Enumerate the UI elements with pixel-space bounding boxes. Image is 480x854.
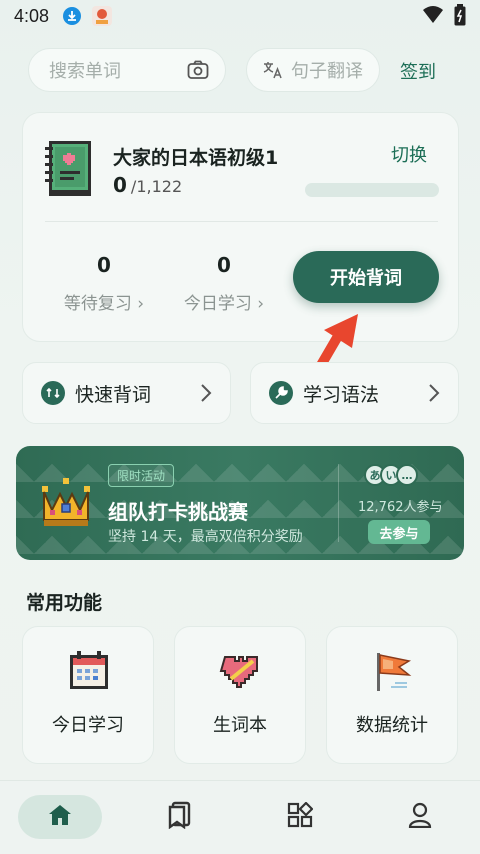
- status-icons: [422, 4, 466, 31]
- bookmark-icon: [167, 801, 193, 833]
- section-title: 常用功能: [26, 592, 103, 614]
- book-title: 大家的日本语初级1: [113, 147, 279, 169]
- progress-text: 0 /1,122: [113, 173, 182, 197]
- home-icon: [47, 803, 73, 831]
- participant-avatars: あ い …: [364, 464, 418, 486]
- today-label: 今日学习 ›: [183, 294, 265, 314]
- nav-profile[interactable]: [398, 795, 442, 839]
- limited-tag: 限时活动: [108, 464, 175, 487]
- join-button[interactable]: 去参与: [368, 520, 430, 544]
- fast-study-label: 快速背词: [75, 383, 152, 406]
- banner-title: 组队打卡挑战赛: [108, 500, 248, 524]
- grammar-card[interactable]: 学习语法: [250, 362, 459, 424]
- function-card-today[interactable]: 今日学习: [22, 626, 154, 764]
- learned-count: 0: [113, 173, 127, 197]
- download-notification-icon: [61, 5, 83, 27]
- review-label: 等待复习 ›: [63, 294, 145, 314]
- translate-label: 句子翻译: [291, 61, 363, 82]
- function-label: 生词本: [213, 715, 267, 736]
- battery-icon: [454, 4, 466, 31]
- calendar-icon: [67, 649, 111, 697]
- translate-icon: [263, 61, 283, 79]
- start-study-button[interactable]: 开始背词: [293, 251, 439, 303]
- function-card-wordbook[interactable]: 生词本: [174, 626, 306, 764]
- nav-apps[interactable]: [278, 795, 322, 839]
- review-stat[interactable]: 0 等待复习 ›: [49, 253, 159, 314]
- function-label: 数据统计: [356, 715, 428, 736]
- search-input[interactable]: 搜索单词: [28, 48, 226, 92]
- today-count: 0: [217, 253, 231, 277]
- chevron-right-icon: [428, 383, 440, 408]
- total-count: /1,122: [130, 177, 183, 196]
- participants-count: 12,762人参与: [358, 500, 443, 515]
- app-notification-icon: [91, 5, 113, 27]
- translate-button[interactable]: 句子翻译: [246, 48, 380, 92]
- fast-study-card[interactable]: 快速背词: [22, 362, 231, 424]
- bottom-nav: [0, 780, 480, 854]
- function-label: 今日学习: [52, 715, 124, 736]
- flag-icon: [371, 649, 415, 697]
- search-placeholder: 搜索单词: [49, 61, 121, 82]
- camera-icon[interactable]: [187, 60, 209, 85]
- challenge-banner[interactable]: 限时活动 组队打卡挑战赛 坚持 14 天，最高双倍积分奖励 あ い … 12,7…: [16, 446, 464, 560]
- switch-book-button[interactable]: 切换: [391, 141, 427, 167]
- crown-icon: [38, 476, 94, 534]
- nav-home[interactable]: [18, 795, 102, 839]
- current-book-card: 大家的日本语初级1 切换 0 /1,122 0 等待复习 › 0 今日学习 › …: [22, 112, 459, 342]
- today-stat[interactable]: 0 今日学习 ›: [169, 253, 279, 314]
- wrench-icon: [269, 381, 293, 405]
- progress-bar: [305, 183, 439, 197]
- avatar: …: [396, 464, 418, 486]
- grammar-label: 学习语法: [303, 383, 380, 406]
- signin-button[interactable]: 签到: [400, 58, 436, 84]
- book-icon: [43, 139, 95, 201]
- status-bar: 4:08: [0, 0, 480, 32]
- wifi-icon: [422, 5, 444, 30]
- chevron-right-icon: [200, 383, 212, 408]
- nav-wordbooks[interactable]: [158, 795, 202, 839]
- apps-icon: [287, 801, 314, 832]
- divider: [45, 221, 438, 222]
- profile-icon: [408, 802, 432, 832]
- function-card-stats[interactable]: 数据统计: [326, 626, 458, 764]
- status-time: 4:08: [14, 5, 50, 26]
- heart-icon: [219, 649, 263, 697]
- banner-subtitle: 坚持 14 天，最高双倍积分奖励: [108, 529, 303, 545]
- review-count: 0: [97, 253, 111, 277]
- banner-divider: [338, 464, 339, 542]
- shuffle-icon: [41, 381, 65, 405]
